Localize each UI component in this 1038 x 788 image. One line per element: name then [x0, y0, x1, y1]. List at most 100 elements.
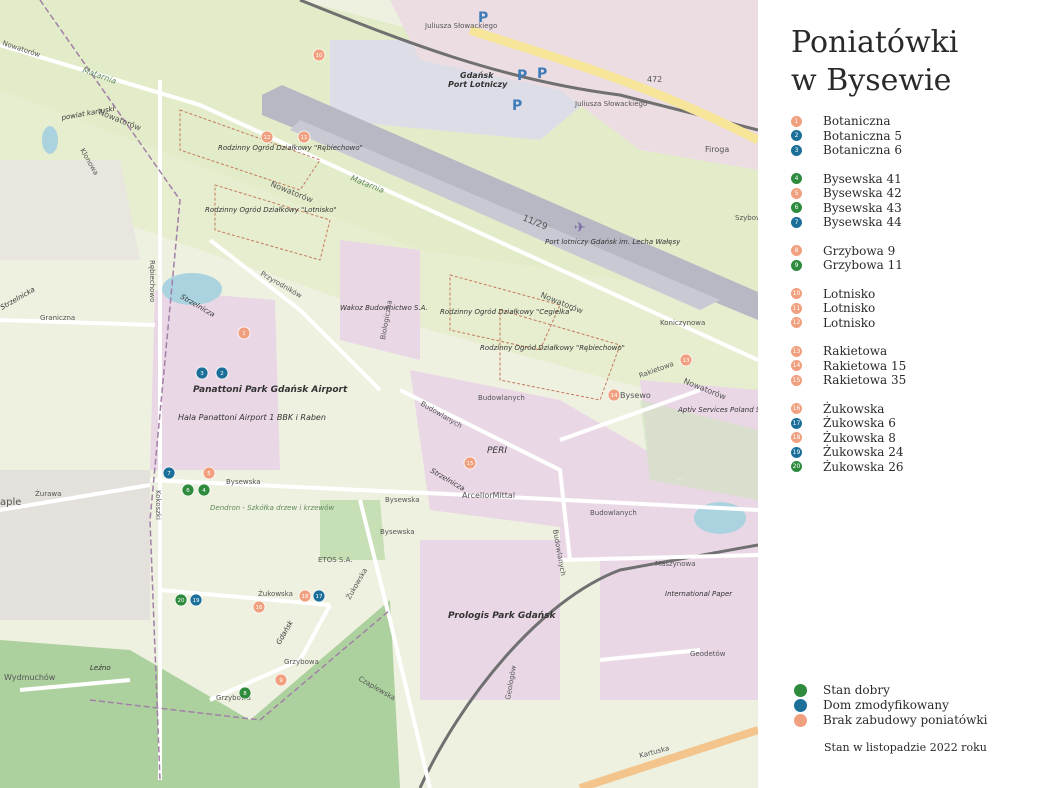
label-street: Żukowska	[258, 589, 293, 598]
marker-14[interactable]: 14	[607, 388, 621, 402]
legend-label: Żukowska	[823, 401, 885, 416]
legend-item: 15 Rakietowa 35	[791, 373, 906, 387]
legend-label: Żukowska 8	[823, 430, 896, 445]
label-arcellor: ArcellorMittal	[462, 491, 515, 500]
label-hala: Hala Panattoni Airport 1 BBK i Raben	[178, 413, 326, 422]
marker-number: 10	[316, 53, 323, 59]
pond-west	[42, 126, 58, 154]
marker-11[interactable]: 11	[297, 130, 311, 144]
legend-label: Lotnisko	[823, 301, 876, 315]
label-lezno: Leźno	[90, 664, 111, 672]
marker-13[interactable]: 13	[679, 353, 693, 367]
marker-7[interactable]: 7	[162, 466, 176, 480]
marker-number: 8	[243, 691, 247, 697]
legend-item: 12 Lotnisko	[791, 316, 875, 330]
label-peri: PERI	[487, 446, 507, 456]
marker-number: 2	[220, 371, 224, 377]
key-label: Stan dobry	[823, 683, 890, 697]
marker-18[interactable]: 18	[298, 589, 312, 603]
legend-item: 9 Grzybowa 11	[791, 258, 903, 272]
label-allotment: Rodzinny Ogród Działkowy "Rębiechowo"	[218, 144, 363, 152]
label-allotment: Rodzinny Ogród Działkowy "Lotnisko"	[205, 206, 337, 214]
label-street: Budowlanych	[478, 394, 525, 402]
legend-item: 10 Lotnisko	[791, 287, 875, 301]
marker-10[interactable]: 10	[312, 48, 326, 62]
legend-item: 2 Botaniczna 5	[791, 129, 902, 143]
legend-marker: 15	[791, 374, 802, 386]
legend-label: Lotnisko	[823, 286, 876, 301]
residential-west	[0, 470, 150, 620]
marker-number: 9	[279, 678, 283, 684]
legend-marker: 5	[791, 187, 802, 199]
marker-19[interactable]: 19	[189, 593, 203, 607]
map-svg: P P P P ✈ Gdańsk Port Lotniczy Juliusza …	[0, 0, 758, 788]
label-prologis: Prologis Park Gdańsk	[448, 611, 557, 621]
legend-item: 20 Żukowska 26	[791, 460, 904, 474]
label-street: Żurawa	[35, 489, 61, 498]
residential-northwest	[0, 160, 140, 260]
label-street: Koniczynowa	[660, 319, 705, 327]
key-label: Brak zabudowy poniatówki	[823, 713, 988, 727]
marker-15[interactable]: 15	[463, 456, 477, 470]
label-international: International Paper	[665, 590, 733, 598]
map-canvas[interactable]: P P P P ✈ Gdańsk Port Lotniczy Juliusza …	[0, 0, 758, 788]
label-street: Kokoszki	[154, 490, 162, 520]
label-street: Juliusza Słowackiego	[424, 22, 497, 30]
legend-marker: 10	[791, 288, 802, 299]
legend-marker: 1	[791, 115, 802, 127]
key-dot	[794, 698, 807, 712]
marker-16[interactable]: 16	[252, 600, 266, 614]
legend-marker: 18	[791, 432, 802, 443]
legend-label: Rakietowa 35	[823, 373, 907, 387]
legend-marker: 8	[791, 245, 802, 256]
legend-label: Grzybowa 9	[823, 243, 896, 258]
legend-marker: 4	[791, 173, 802, 184]
marker-12[interactable]: 12	[260, 130, 274, 144]
marker-1[interactable]: 1	[237, 326, 251, 340]
legend-item: 3 Botaniczna 6	[791, 143, 902, 157]
marker-17[interactable]: 17	[312, 589, 326, 603]
legend-marker: 9	[791, 259, 802, 271]
key-item-modified: Dom zmodyfikowany	[794, 698, 949, 712]
marker-4[interactable]: 4	[197, 483, 211, 497]
label-street: Maszynowa	[655, 560, 696, 568]
title-line-2: w Bysewie	[791, 63, 952, 98]
label-street: Geodetów	[690, 650, 726, 658]
legend-panel: Poniatówki w Bysewie 1 Botaniczna 2 Botanic…	[758, 0, 1038, 788]
legend-label: Żukowska 26	[823, 459, 904, 474]
label-street: Graniczna	[40, 314, 75, 322]
key-label: Dom zmodyfikowany	[823, 698, 949, 712]
legend-label: Bysewska 44	[823, 215, 902, 229]
key-dot	[794, 713, 807, 727]
marker-2[interactable]: 2	[215, 366, 229, 380]
marker-8[interactable]: 8	[238, 686, 252, 700]
label-airport: Port lotniczy Gdańsk im. Lecha Wałęsy	[545, 238, 681, 246]
marker-number: 7	[167, 471, 171, 477]
marker-number: 11	[301, 135, 308, 141]
legend-label: Żukowska 6	[823, 416, 896, 430]
label-street: Bysewska	[380, 528, 415, 536]
status-note: Stan w listopadzie 2022 roku	[824, 741, 987, 754]
legend-item: 8 Grzybowa 9	[791, 244, 895, 258]
marker-number: 16	[256, 605, 263, 611]
marker-number: 17	[316, 594, 323, 600]
industrial-zone-wakoz	[340, 240, 420, 360]
legend-item: 5 Bysewska 42	[791, 186, 902, 200]
marker-9[interactable]: 9	[274, 673, 288, 687]
marker-number: 1	[242, 331, 246, 337]
marker-6[interactable]: 6	[181, 483, 195, 497]
label-etos: ETOS S.A.	[318, 556, 352, 564]
industrial-zone-international	[600, 560, 758, 700]
label-street: Rębiechowo	[148, 260, 156, 302]
key-item-good: Stan dobry	[794, 683, 890, 697]
marker-number: 4	[202, 488, 206, 494]
legend-item: 14 Rakietowa 15	[791, 359, 906, 373]
legend-marker: 2	[791, 130, 802, 141]
marker-5[interactable]: 5	[202, 466, 216, 480]
legend-label: Botaniczna 5	[823, 128, 902, 143]
legend-label: Botaniczna 6	[823, 143, 902, 157]
legend-marker: 17	[791, 417, 802, 429]
marker-3[interactable]: 3	[195, 366, 209, 380]
key-item-missing: Brak zabudowy poniatówki	[794, 713, 988, 727]
marker-20[interactable]: 20	[174, 593, 188, 607]
